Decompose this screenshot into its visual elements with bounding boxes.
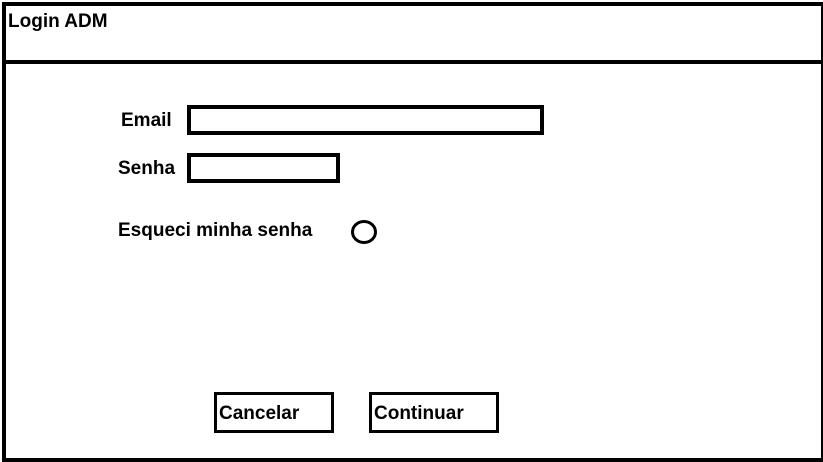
forgot-password-label: Esqueci minha senha	[118, 220, 313, 241]
forgot-password-radio[interactable]	[351, 220, 377, 244]
login-window: Login ADM Email Senha Esqueci minha senh…	[2, 2, 823, 462]
senha-field[interactable]	[187, 153, 340, 183]
window-title: Login ADM	[8, 11, 108, 32]
senha-label: Senha	[118, 158, 176, 179]
title-bar: Login ADM	[6, 6, 821, 64]
cancel-button[interactable]: Cancelar	[214, 392, 334, 433]
continue-button[interactable]: Continuar	[369, 392, 499, 433]
email-field[interactable]	[187, 105, 544, 135]
email-label: Email	[121, 110, 172, 131]
